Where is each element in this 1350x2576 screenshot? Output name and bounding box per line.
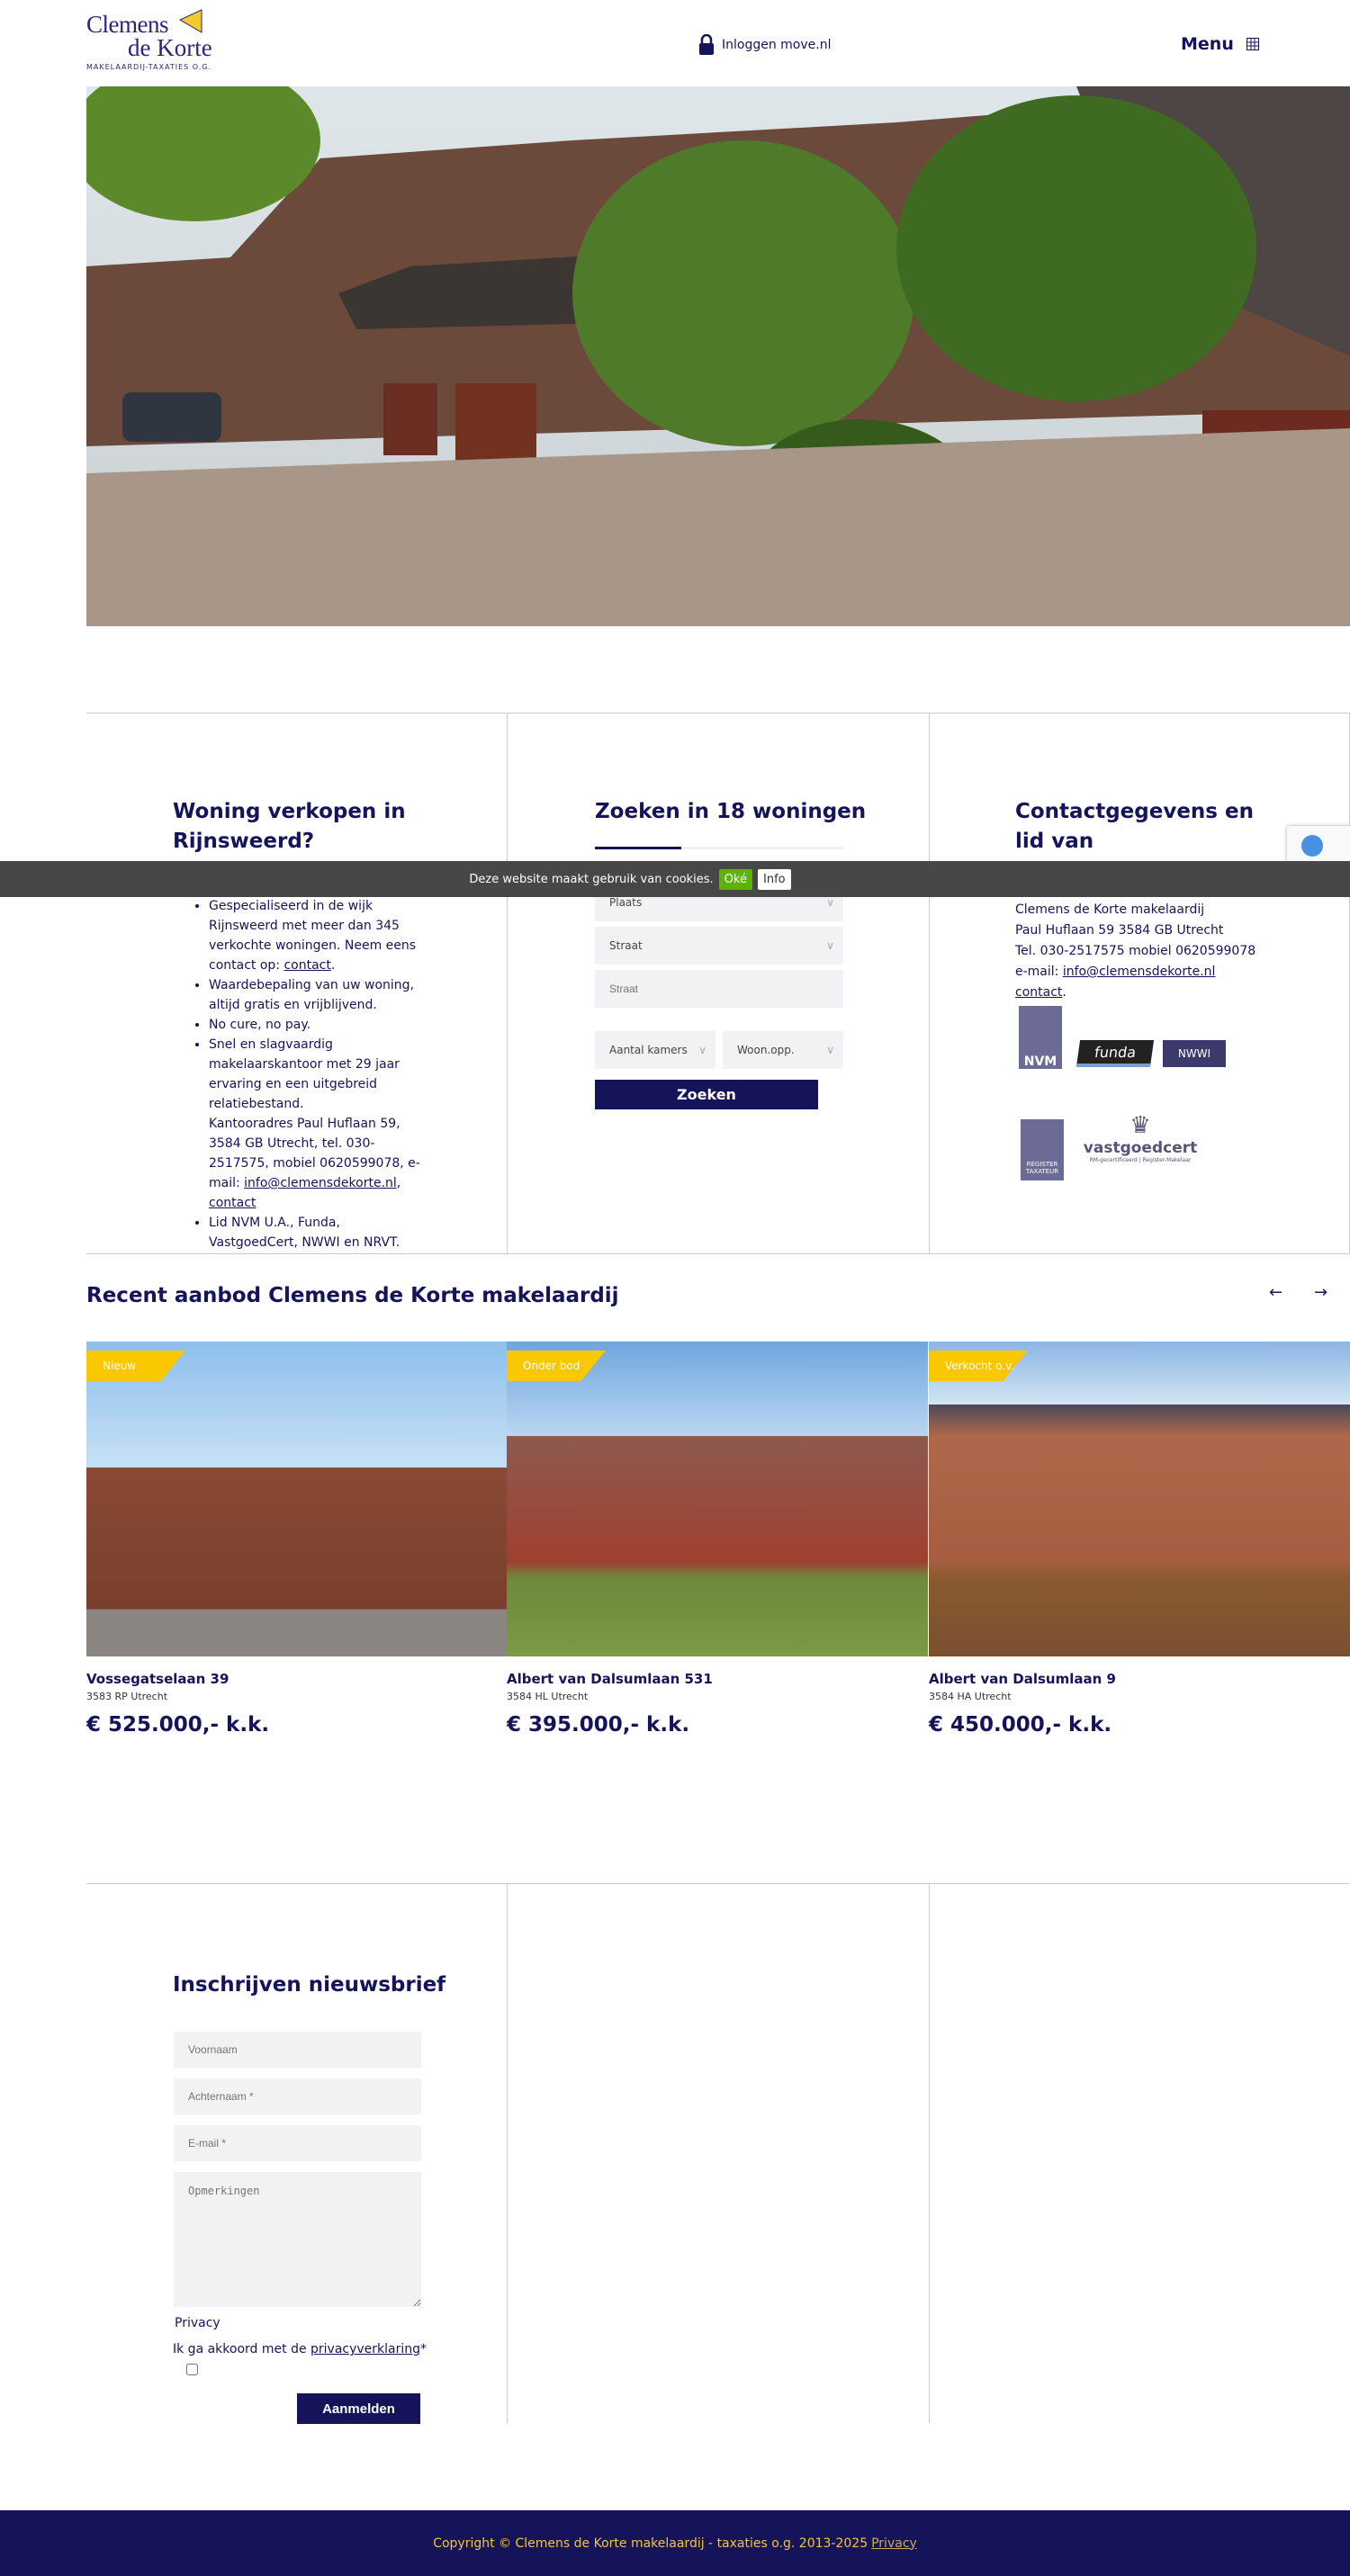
list-item: Waardebepaling van uw woning, altijd gra…	[209, 975, 425, 1015]
funda-logo: funda	[1076, 1040, 1155, 1067]
list-item: Kantooradres Paul Huflaan 59, 3584 GB Ut…	[209, 1114, 425, 1213]
straat-select[interactable]: Straat ∨	[595, 927, 843, 965]
contact-details: Clemens de Korte makelaardij Paul Huflaa…	[1015, 902, 1256, 1000]
sell-heading: Woning verkopen in Rijnsweerd?	[173, 800, 406, 853]
register-taxateur-logo: REGISTER TAXATEUR	[1021, 1119, 1064, 1180]
list-item: No cure, no pay.	[209, 1015, 425, 1035]
lock-icon	[699, 34, 714, 55]
cookie-info-button[interactable]: Info	[758, 868, 791, 890]
contact-link[interactable]: contact	[209, 1196, 256, 1210]
email-link[interactable]: info@clemensdekorte.nl	[244, 1176, 397, 1190]
privacy-link[interactable]: privacyverklaring	[310, 2342, 420, 2356]
status-badge: Nieuw	[86, 1351, 185, 1381]
email-input[interactable]	[174, 2125, 421, 2161]
prev-arrow-icon[interactable]: ←	[1269, 1283, 1282, 1302]
login-link[interactable]: Inloggen move.nl	[698, 34, 831, 56]
listing-card[interactable]: Verkocht o.v. Albert van Dalsumlaan 9 35…	[929, 1342, 1350, 1737]
next-arrow-icon[interactable]: →	[1314, 1283, 1328, 1302]
status-badge: Onder bod	[507, 1351, 606, 1381]
privacy-agree-label: Ik ga akkoord met de privacyverklaring*	[173, 2342, 428, 2356]
listing-card[interactable]: Onder bod Albert van Dalsumlaan 531 3584…	[507, 1342, 928, 1737]
listing-card[interactable]: Nieuw Vossegatselaan 39 3583 RP Utrecht …	[86, 1342, 508, 1737]
privacy-label: Privacy	[175, 2316, 220, 2330]
newsletter-heading: Inschrijven nieuwsbrief	[173, 1973, 446, 1997]
recaptcha-icon	[1301, 835, 1323, 857]
vastgoedcert-logo: ♛ vastgoedcert RM-gecertificeerd | Registe…	[1083, 1112, 1198, 1163]
cookie-ok-button[interactable]: Oké	[718, 868, 752, 890]
listing-photo: Verkocht o.v.	[929, 1342, 1350, 1656]
kamers-select[interactable]: Aantal kamers ∨	[595, 1031, 716, 1069]
chevron-down-icon: ∨	[826, 939, 834, 952]
chevron-down-icon: ∨	[826, 1044, 834, 1056]
search-heading: Zoeken in 18 woningen	[595, 800, 867, 823]
straat-input[interactable]	[595, 970, 843, 1008]
list-item: Gespecialiseerd in de wijk Rijnsweerd me…	[209, 896, 425, 975]
achternaam-input[interactable]	[174, 2078, 421, 2114]
woonopp-select[interactable]: Woon.opp. ∨	[723, 1031, 843, 1069]
voornaam-input[interactable]	[174, 2032, 421, 2068]
nwwi-logo: NWWI	[1163, 1040, 1226, 1067]
listing-photo: Nieuw	[86, 1342, 508, 1656]
email-link[interactable]: info@clemensdekorte.nl	[1063, 965, 1216, 979]
privacy-checkbox[interactable]	[186, 2364, 198, 2375]
contact-heading: Contactgegevens en lid van	[1015, 800, 1254, 853]
search-button[interactable]: Zoeken	[595, 1080, 818, 1109]
search-tab-indicator	[595, 847, 843, 849]
nvm-logo: NVM	[1019, 1006, 1062, 1069]
hero-image	[86, 86, 1350, 626]
menu-button[interactable]: Menu	[1181, 34, 1259, 54]
footer: Copyright © Clemens de Korte makelaardij…	[0, 2510, 1350, 2576]
contact-link[interactable]: contact	[284, 958, 330, 973]
logo[interactable]: Clemens de Korte MAKELAARDIJ-TAXATIES O.…	[86, 9, 221, 74]
contact-link[interactable]: contact	[1015, 985, 1062, 1000]
cookie-bar: Deze website maakt gebruik van cookies. …	[0, 861, 1350, 897]
logo-triangle-icon	[178, 9, 202, 33]
usp-list: Gespecialiseerd in de wijk Rijnsweerd me…	[209, 896, 425, 1252]
opmerkingen-textarea[interactable]	[174, 2172, 421, 2307]
recent-heading: Recent aanbod Clemens de Korte makelaard…	[86, 1284, 619, 1307]
grid-icon	[1246, 38, 1259, 50]
footer-privacy-link[interactable]: Privacy	[871, 2536, 917, 2551]
subscribe-button[interactable]: Aanmelden	[297, 2393, 420, 2424]
chevron-down-icon: ∨	[698, 1044, 706, 1056]
list-item: Lid NVM U.A., Funda, VastgoedCert, NWWI …	[209, 1213, 425, 1252]
recaptcha-badge[interactable]	[1287, 826, 1350, 862]
list-item: Snel en slagvaardig makelaarskantoor met…	[209, 1035, 425, 1114]
chevron-down-icon: ∨	[826, 896, 834, 909]
listing-photo: Onder bod	[507, 1342, 928, 1656]
status-badge: Verkocht o.v.	[929, 1351, 1028, 1381]
